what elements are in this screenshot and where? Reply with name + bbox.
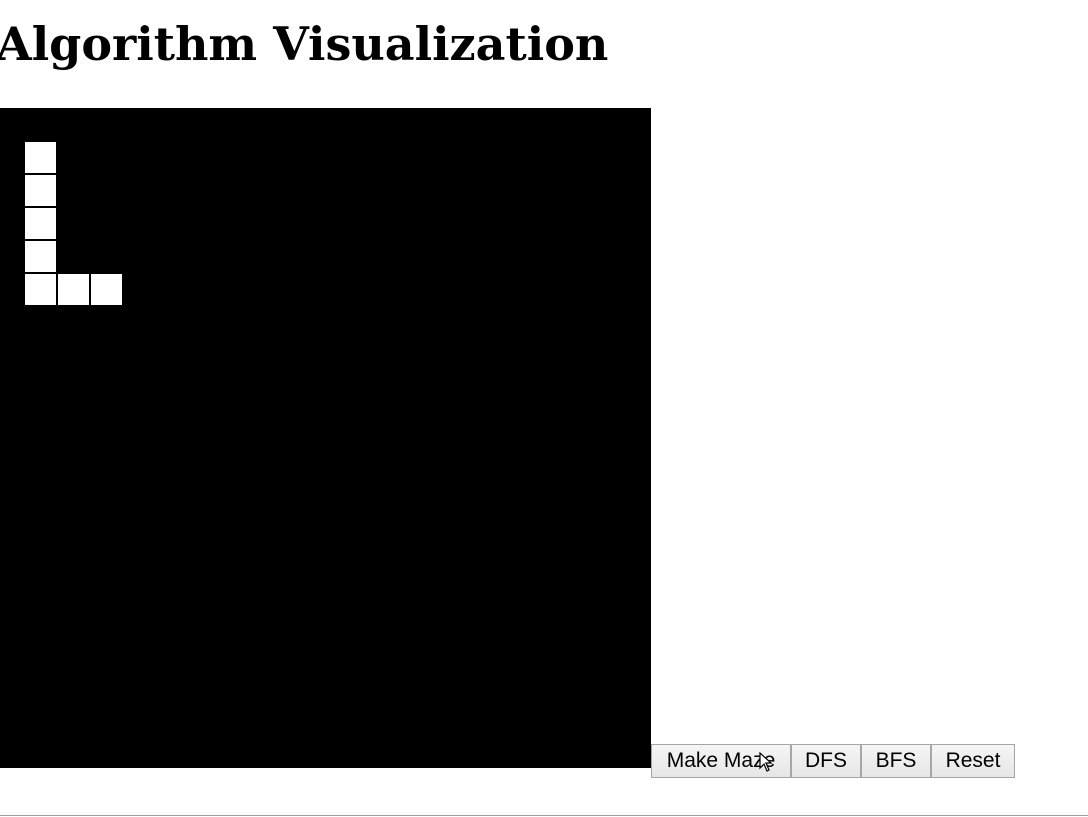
grid-cell[interactable] [91, 274, 122, 305]
control-bar: Make Maze DFS BFS Reset [651, 744, 1015, 778]
grid-cell[interactable] [58, 274, 89, 305]
grid-cell[interactable] [25, 241, 56, 272]
bfs-button[interactable]: BFS [861, 744, 931, 778]
grid-cell[interactable] [25, 142, 56, 173]
bottom-divider [0, 815, 1088, 816]
page: Algorithm Visualization Make Maze DFS BF… [0, 0, 1088, 817]
grid-cell[interactable] [25, 175, 56, 206]
reset-button[interactable]: Reset [931, 744, 1015, 778]
dfs-button[interactable]: DFS [791, 744, 861, 778]
make-maze-button[interactable]: Make Maze [651, 744, 791, 778]
grid-cell[interactable] [25, 274, 56, 305]
page-title: Algorithm Visualization [0, 17, 609, 71]
maze-canvas[interactable] [0, 108, 651, 768]
grid-cell[interactable] [25, 208, 56, 239]
